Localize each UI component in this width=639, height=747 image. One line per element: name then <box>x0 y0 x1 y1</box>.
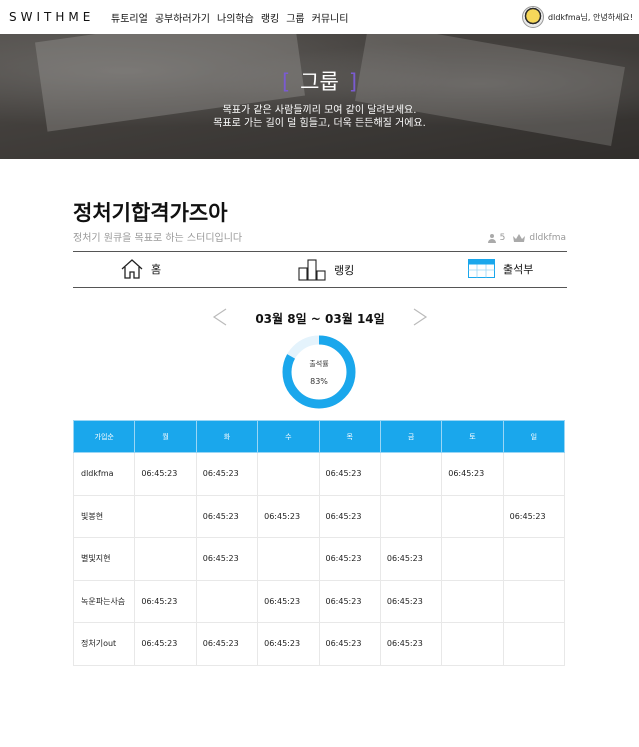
column-header: 일 <box>502 420 566 453</box>
attendance-cell: 06:45:23 <box>379 622 443 666</box>
nav-item-community[interactable]: 커뮤니티 <box>312 10 349 25</box>
hero-bracket-right: ] <box>348 70 358 94</box>
attendance-rate-donut: 출석률 83% <box>281 334 357 410</box>
attendance-rate-value: 83% <box>310 377 328 386</box>
hero-subtitle-line: 목표가 같은 사람들끼리 모여 같이 달려보세요. <box>222 105 417 116</box>
hero-bracket-left: [ <box>281 70 291 94</box>
group-meta: 5 dldkfma <box>487 233 566 243</box>
attendance-cell: 06:45:23 <box>441 452 504 496</box>
attendance-cell: 06:45:23 <box>318 537 381 581</box>
week-range-label: 03월 8일 ~ 03월 14일 <box>255 312 385 326</box>
user-menu[interactable]: dldkfma님, 안녕하세요! <box>522 6 633 28</box>
attendance-cell: 06:45:23 <box>318 494 381 538</box>
member-name: 정처기out <box>72 622 136 666</box>
avatar[interactable] <box>522 6 545 28</box>
group-leader: dldkfma <box>529 233 566 243</box>
attendance-cell <box>441 494 504 538</box>
table-row: 빛봉현 06:45:23 06:45:23 06:45:23 06:45:23 <box>72 494 566 538</box>
nav-item-group[interactable]: 그룹 <box>286 10 304 25</box>
group-name: 정처기합격가즈아 <box>73 201 228 225</box>
person-icon <box>487 233 496 243</box>
tab-home[interactable]: 홈 <box>121 259 161 279</box>
column-header: 금 <box>379 420 443 453</box>
attendance-cell: 06:45:23 <box>257 579 320 623</box>
attendance-cell: 06:45:23 <box>318 622 381 666</box>
attendance-cell <box>379 452 443 496</box>
chevron-right-icon[interactable] <box>412 306 428 328</box>
attendance-table: 가입순 월 화 수 목 금 토 일 dldkfma 06:45:23 06:45… <box>72 420 566 666</box>
member-count: 5 <box>499 233 506 243</box>
site-logo[interactable]: SWITHME <box>9 10 94 24</box>
attendance-cell <box>502 452 566 496</box>
attendance-cell <box>134 494 197 538</box>
attendance-cell: 06:45:23 <box>195 622 259 666</box>
tab-attendance[interactable]: 출석부 <box>468 259 533 278</box>
member-name: 별빛지현 <box>72 537 136 581</box>
tab-ranking-label: 랭킹 <box>334 264 355 277</box>
attendance-cell: 06:45:23 <box>379 537 443 581</box>
attendance-cell: 06:45:23 <box>134 452 197 496</box>
attendance-cell: 06:45:23 <box>195 494 259 538</box>
attendance-cell <box>502 537 566 581</box>
attendance-cell <box>257 452 320 496</box>
column-header: 토 <box>441 420 504 453</box>
attendance-cell <box>441 579 504 623</box>
table-row: 정처기out 06:45:23 06:45:23 06:45:23 06:45:… <box>72 622 566 666</box>
attendance-cell <box>134 537 197 581</box>
attendance-rate-label: 출석률 <box>309 360 329 368</box>
table-header-row: 가입순 월 화 수 목 금 토 일 <box>72 420 566 453</box>
attendance-cell <box>195 579 259 623</box>
week-navigator: 03월 8일 ~ 03월 14일 <box>212 306 428 330</box>
attendance-cell: 06:45:23 <box>195 537 259 581</box>
ranking-icon <box>298 259 326 281</box>
attendance-cell: 06:45:23 <box>318 452 381 496</box>
attendance-cell: 06:45:23 <box>134 622 197 666</box>
table-row: 녹운파는사슴 06:45:23 06:45:23 06:45:23 06:45:… <box>72 579 566 623</box>
attendance-rate-ring <box>282 335 356 409</box>
attendance-cell: 06:45:23 <box>257 494 320 538</box>
hero-banner: [ 그룹] 목표가 같은 사람들끼리 모여 같이 달려보세요. 목표로 가는 길이… <box>0 34 639 159</box>
attendance-cell <box>257 537 320 581</box>
column-header: 월 <box>134 420 197 453</box>
home-icon <box>121 259 143 279</box>
column-header: 화 <box>195 420 259 453</box>
column-header: 목 <box>318 420 381 453</box>
member-name: 녹운파는사슴 <box>72 579 136 623</box>
tab-home-label: 홈 <box>151 263 162 276</box>
tab-attendance-label: 출석부 <box>503 262 534 276</box>
attendance-cell <box>502 622 566 666</box>
top-navigation-bar: SWITHME 튜토리얼 공부하러가기 나의학습 랭킹 그룹 커뮤니티 dldk… <box>0 0 639 34</box>
group-description: 정처기 원큐을 목표로 하는 스터디입니다 <box>73 233 243 244</box>
nav-item-ranking[interactable]: 랭킹 <box>261 10 279 25</box>
column-header: 가입순 <box>72 420 136 453</box>
attendance-cell: 06:45:23 <box>257 622 320 666</box>
nav-item-study[interactable]: 공부하러가기 <box>155 10 210 25</box>
member-name: dldkfma <box>72 452 136 496</box>
nav-item-tutorial[interactable]: 튜토리얼 <box>111 10 148 25</box>
attendance-cell: 06:45:23 <box>502 494 566 538</box>
attendance-cell: 06:45:23 <box>195 452 259 496</box>
column-header: 수 <box>257 420 320 453</box>
attendance-cell <box>502 579 566 623</box>
hero-title: [ 그룹] <box>0 66 639 96</box>
hero-subtitle-line: 목표로 가는 길이 덜 힘들고, 더욱 든든해질 거에요. <box>213 118 426 129</box>
nav-item-my-learning[interactable]: 나의학습 <box>217 10 254 25</box>
attendance-cell: 06:45:23 <box>379 579 443 623</box>
attendance-cell: 06:45:23 <box>318 579 381 623</box>
hero-subtitle: 목표가 같은 사람들끼리 모여 같이 달려보세요. 목표로 가는 길이 덜 힘들… <box>0 104 639 130</box>
tab-ranking[interactable]: 랭킹 <box>298 259 354 281</box>
user-greeting: dldkfma님, 안녕하세요! <box>548 12 633 22</box>
hero-title-text: 그룹 <box>300 70 339 94</box>
attendance-cell: 06:45:23 <box>134 579 197 623</box>
main-nav: 튜토리얼 공부하러가기 나의학습 랭킹 그룹 커뮤니티 <box>111 10 348 25</box>
calendar-icon <box>468 259 495 278</box>
attendance-cell <box>441 622 504 666</box>
attendance-cell <box>379 494 443 538</box>
attendance-cell <box>441 537 504 581</box>
crown-icon <box>513 234 526 242</box>
member-name: 빛봉현 <box>72 494 136 538</box>
table-row: 별빛지현 06:45:23 06:45:23 06:45:23 <box>72 537 566 581</box>
table-row: dldkfma 06:45:23 06:45:23 06:45:23 06:45… <box>72 452 566 496</box>
group-tabs: 홈 랭킹 출석부 <box>73 251 567 288</box>
